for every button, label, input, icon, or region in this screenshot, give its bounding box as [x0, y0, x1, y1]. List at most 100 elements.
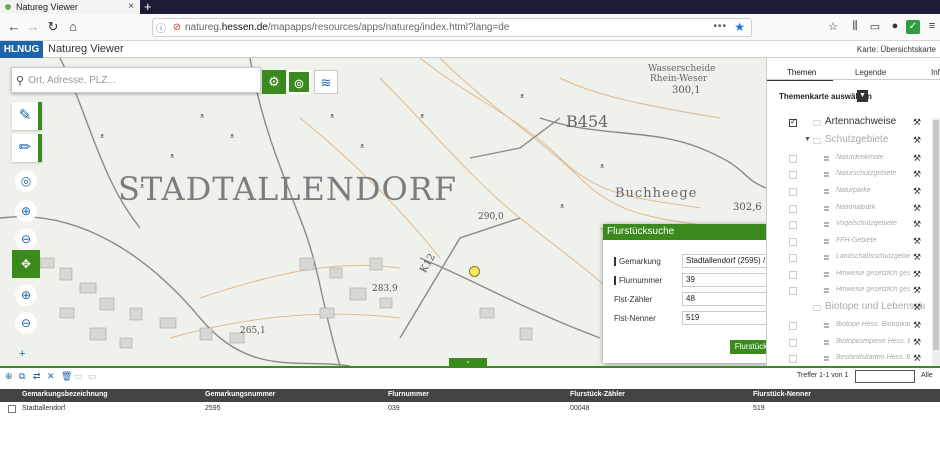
wrench-icon[interactable]: ⚒ — [913, 153, 921, 164]
tab-legende[interactable]: Legende — [855, 68, 886, 77]
url-bar[interactable]: ⓘ ⊘ natureg. hessen.de/mapapps/resources/… — [152, 18, 752, 37]
swap-icon[interactable]: ⇄ — [33, 371, 41, 382]
zoom-to-selection-icon[interactable]: ⊕ — [5, 371, 13, 382]
search-input[interactable]: Ort, Adresse, PLZ... — [28, 75, 116, 86]
wrench-icon[interactable]: ⚒ — [913, 219, 921, 230]
settings-button[interactable]: ⚙ — [262, 70, 286, 94]
pan-button[interactable]: ✥ — [12, 250, 40, 278]
layer-checkbox[interactable] — [789, 171, 797, 179]
layer-checkbox[interactable] — [789, 339, 797, 347]
tree-item-layer[interactable]: ≣ Naturdenkmale ⚒ — [767, 152, 932, 168]
tab-info[interactable]: Inf — [931, 68, 940, 77]
panel-scrollbar[interactable] — [932, 118, 940, 366]
delete-icon[interactable]: 🗑 — [61, 371, 72, 382]
column-header[interactable]: Flurstück-Nenner — [753, 391, 811, 398]
account-icon[interactable]: ● — [888, 20, 902, 34]
wrench-icon[interactable]: ⚒ — [913, 320, 921, 331]
insecure-lock-icon[interactable]: ⊘ — [169, 22, 185, 33]
expand-tools-icon[interactable]: + — [19, 348, 25, 360]
tree-item-schutzgebiete[interactable]: ▼ 🗀 Schutzgebiete ⚒ — [767, 134, 932, 150]
clear-selection-icon[interactable]: ✕ — [47, 371, 55, 382]
scrollbar-thumb[interactable] — [933, 120, 939, 350]
wrench-icon[interactable]: ⚒ — [913, 169, 921, 180]
row-checkbox[interactable] — [8, 405, 16, 413]
layer-checkbox[interactable] — [789, 287, 797, 295]
layer-checkbox[interactable] — [789, 322, 797, 330]
extension-icon[interactable]: ✓ — [906, 20, 920, 34]
wrench-icon[interactable]: ⚒ — [913, 186, 921, 197]
wrench-icon[interactable]: ⚒ — [913, 236, 921, 247]
print-icon[interactable]: ▭ — [88, 371, 97, 382]
wrench-icon[interactable]: ⚒ — [913, 337, 921, 348]
tree-item-layer[interactable]: ≣ Nationalpark ⚒ — [767, 202, 932, 218]
wrench-icon[interactable]: ⚒ — [913, 269, 921, 280]
star-icon[interactable]: ☆ — [826, 20, 840, 34]
karte-selector[interactable]: Karte: Übersichtskarte — [857, 45, 936, 54]
layer-checkbox[interactable] — [789, 205, 797, 213]
tree-item-layer[interactable]: ≣ Vogelschutzgebiete ⚒ — [767, 218, 932, 234]
tree-item-layer[interactable]: ≣ FFH-Gebiete ⚒ — [767, 235, 932, 251]
browser-tab[interactable]: Natureg Viewer × — [0, 0, 140, 14]
tree-item-layer[interactable]: ≣ Hinweise gesetzlich geschützter⚒ — [767, 284, 932, 300]
chevron-down-icon[interactable]: ▼ — [857, 90, 868, 102]
home-icon[interactable]: ⌂ — [65, 19, 81, 34]
wrench-icon[interactable]: ⚒ — [913, 285, 921, 296]
wrench-icon[interactable]: ⚒ — [913, 302, 921, 313]
copy-icon[interactable]: ⧉ — [19, 371, 25, 382]
export-icon[interactable]: ▭ — [74, 371, 83, 382]
column-header[interactable]: Flurnummer — [388, 391, 429, 398]
alle-dropdown[interactable]: Alle — [921, 372, 933, 379]
zoom-out-button[interactable]: ⊖ — [15, 312, 37, 334]
menu-icon[interactable]: ≡ — [925, 20, 939, 34]
location-search[interactable]: ⚲ Ort, Adresse, PLZ... — [11, 67, 261, 93]
layer-checkbox[interactable] — [789, 117, 797, 127]
zoom-in-area-button[interactable]: ⊕ — [15, 200, 37, 222]
tree-item-layer[interactable]: ≣ Biotope Hess. Biotopkartierung⚒ — [767, 319, 932, 335]
layers-button[interactable]: ≋ — [314, 70, 338, 94]
column-header[interactable]: Flurstück-Zähler — [570, 391, 625, 398]
zoom-out-area-button[interactable]: ⊖ — [15, 228, 37, 250]
layer-checkbox[interactable] — [789, 271, 797, 279]
library-icon[interactable]: ⫼ — [848, 20, 862, 34]
bookmark-star-icon[interactable]: ★ — [734, 20, 745, 34]
new-tab-icon[interactable]: + — [144, 0, 152, 14]
tree-item-biotope[interactable]: 🗀 Biotope und Lebensräume ⚒ — [767, 301, 932, 317]
wrench-icon[interactable]: ⚒ — [913, 353, 921, 364]
reload-icon[interactable]: ↻ — [45, 19, 61, 35]
tree-item-layer[interactable]: ≣ Naturparke ⚒ — [767, 185, 932, 201]
layer-checkbox[interactable] — [789, 238, 797, 246]
forward-icon[interactable]: → — [25, 19, 41, 34]
draw-button[interactable]: ✏ — [12, 134, 42, 162]
wrench-icon[interactable]: ⚒ — [913, 117, 921, 128]
tree-item-layer[interactable]: ≣ Bestandskarten Hess. Biotopkartierung⚒ — [767, 352, 932, 366]
column-header[interactable]: Gemarkungsbezeichnung — [22, 391, 108, 398]
parcel-search-button[interactable]: ⊚ — [287, 70, 311, 94]
wrench-icon[interactable]: ⚒ — [913, 252, 921, 263]
collapse-results-handle[interactable]: ⌄ — [449, 358, 487, 366]
expand-arrow-icon[interactable]: ▼ — [804, 136, 811, 143]
layer-checkbox[interactable] — [789, 188, 797, 196]
layer-checkbox[interactable] — [789, 221, 797, 229]
layer-checkbox[interactable] — [789, 355, 797, 363]
back-icon[interactable]: ← — [6, 19, 22, 34]
tree-item-layer[interactable]: ≣ Biotopkomplexe Hess. Biotopkartierung⚒ — [767, 336, 932, 352]
wrench-icon[interactable]: ⚒ — [913, 203, 921, 214]
sidebar-icon[interactable]: ▭ — [868, 20, 882, 34]
zoom-extent-button[interactable]: ◎ — [15, 170, 37, 192]
wrench-icon[interactable]: ⚒ — [913, 135, 921, 146]
zoom-in-button[interactable]: ⊕ — [15, 284, 37, 306]
result-filter-input[interactable] — [855, 370, 915, 383]
layer-checkbox[interactable] — [789, 254, 797, 262]
parcel-marker[interactable] — [469, 266, 480, 277]
table-row[interactable]: Stadtallendorf 2595 039 00048 519 — [0, 403, 940, 416]
tree-item-layer[interactable]: ≣ Landschaftsschutzgebiete ⚒ — [767, 251, 932, 267]
tree-item-layer[interactable]: ≣ Naturschutzgebiete ⚒ — [767, 168, 932, 184]
close-tab-icon[interactable]: × — [128, 1, 134, 12]
tab-themen[interactable]: Themen — [787, 68, 816, 77]
layer-checkbox[interactable] — [789, 155, 797, 163]
column-header[interactable]: Gemarkungsnummer — [205, 391, 275, 398]
page-actions-icon[interactable]: ••• — [713, 21, 727, 32]
tree-item-layer[interactable]: ≣ Hinweise gesetzlich geschützter⚒ — [767, 268, 932, 284]
tree-item-artennachweise[interactable]: 🗀 Artennachweise ⚒ — [767, 116, 932, 132]
tools-button[interactable]: ✎ — [12, 102, 42, 130]
